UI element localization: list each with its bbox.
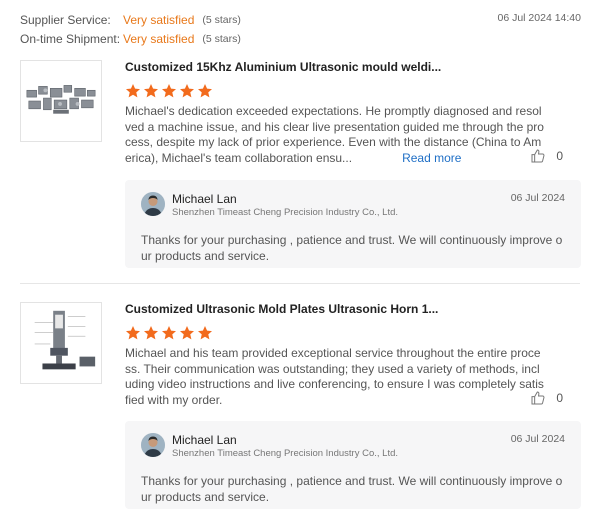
star-icon xyxy=(180,326,194,340)
star-icon xyxy=(198,84,212,98)
thumbs-up-icon xyxy=(531,391,545,405)
review-body: Customized Ultrasonic Mold Plates Ultras… xyxy=(125,302,545,408)
avatar xyxy=(141,433,165,457)
supplier-service-label: Supplier Service: xyxy=(20,12,111,27)
avatar xyxy=(141,192,165,216)
mould-parts-image xyxy=(21,61,101,141)
reply-author: Michael Lan xyxy=(172,433,237,447)
reply-company[interactable]: Shenzhen Timeast Cheng Precision Industr… xyxy=(172,206,398,219)
reply-text: Thanks for your purchasing , patience an… xyxy=(141,474,563,504)
review-text: Michael's dedication exceeded expectatio… xyxy=(125,104,544,165)
star-icon xyxy=(162,84,176,98)
rating-summary: Supplier Service: Very satisfied (5 star… xyxy=(20,10,585,48)
seller-reply: Michael Lan Shenzhen Timeast Cheng Preci… xyxy=(125,180,581,268)
product-title[interactable]: Customized Ultrasonic Mold Plates Ultras… xyxy=(125,302,545,318)
review-text: Michael and his team provided exceptiona… xyxy=(125,346,544,407)
welding-machine-image xyxy=(21,303,101,383)
product-title[interactable]: Customized 15Khz Aluminium Ultrasonic mo… xyxy=(125,60,545,76)
reply-author: Michael Lan xyxy=(172,192,237,206)
star-icon xyxy=(162,326,176,340)
product-thumbnail[interactable] xyxy=(20,60,102,142)
reply-date: 06 Jul 2024 xyxy=(510,192,565,204)
ontime-shipment-label: On-time Shipment: xyxy=(20,31,121,46)
supplier-service-stars: (5 stars) xyxy=(202,13,241,26)
star-icon xyxy=(144,84,158,98)
reply-header: Michael Lan Shenzhen Timeast Cheng Preci… xyxy=(141,433,565,460)
review-date: 06 Jul 2024 14:40 xyxy=(497,12,582,24)
supplier-service-value: Very satisfied xyxy=(123,12,195,27)
like-button[interactable]: 0 xyxy=(530,148,563,164)
ontime-shipment-row: On-time Shipment: Very satisfied (5 star… xyxy=(20,29,585,48)
reply-text: Thanks for your purchasing , patience an… xyxy=(141,233,563,263)
divider xyxy=(20,283,580,284)
like-button[interactable]: 0 xyxy=(530,390,563,406)
ontime-shipment-value: Very satisfied xyxy=(123,31,195,46)
product-thumbnail[interactable] xyxy=(20,302,102,384)
star-rating xyxy=(125,325,545,341)
reply-date: 06 Jul 2024 xyxy=(510,433,565,445)
star-icon xyxy=(198,326,212,340)
review-body: Customized 15Khz Aluminium Ultrasonic mo… xyxy=(125,60,545,166)
read-more-link[interactable]: Read more xyxy=(402,151,461,165)
ontime-shipment-stars: (5 stars) xyxy=(202,32,241,45)
star-icon xyxy=(126,326,140,340)
star-icon xyxy=(126,84,140,98)
star-icon xyxy=(180,84,194,98)
like-count: 0 xyxy=(556,391,563,405)
seller-reply: Michael Lan Shenzhen Timeast Cheng Preci… xyxy=(125,421,581,509)
like-count: 0 xyxy=(556,149,563,163)
thumbs-up-icon xyxy=(531,149,545,163)
reply-header: Michael Lan Shenzhen Timeast Cheng Preci… xyxy=(141,192,565,219)
star-icon xyxy=(144,326,158,340)
star-rating xyxy=(125,83,545,99)
reply-company[interactable]: Shenzhen Timeast Cheng Precision Industr… xyxy=(172,447,398,460)
